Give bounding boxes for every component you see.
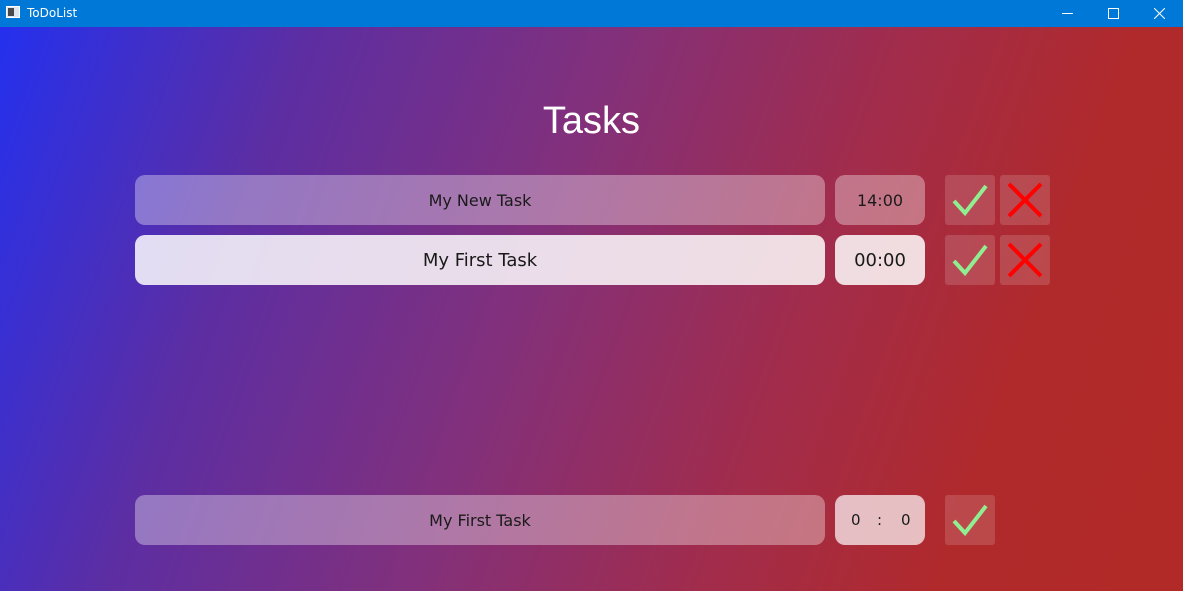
new-task-name-input[interactable]: My First Task	[135, 495, 825, 545]
close-icon	[1154, 8, 1165, 19]
task-time-field[interactable]: 14:00	[835, 175, 925, 225]
check-icon	[952, 504, 988, 537]
app-icon	[6, 6, 20, 18]
task-time-field[interactable]: 00:00	[835, 235, 925, 285]
delete-task-button[interactable]	[1000, 175, 1050, 225]
minute-field[interactable]: 0	[901, 511, 911, 529]
page-title: Tasks	[542, 100, 641, 142]
time-separator: :	[877, 511, 883, 529]
task-name-field[interactable]: My New Task	[135, 175, 825, 225]
title-bar[interactable]: ToDoList	[0, 0, 1183, 27]
task-name-field[interactable]: My First Task	[135, 235, 825, 285]
cross-icon	[1007, 242, 1043, 278]
new-task-time-input[interactable]: 0 : 0	[835, 495, 925, 545]
complete-task-button[interactable]	[945, 175, 995, 225]
delete-task-button[interactable]	[1000, 235, 1050, 285]
window-title: ToDoList	[27, 6, 78, 20]
hour-field[interactable]: 0	[851, 511, 861, 529]
complete-task-button[interactable]	[945, 235, 995, 285]
add-task-button[interactable]	[945, 495, 995, 545]
maximize-icon	[1108, 8, 1119, 19]
minimize-icon	[1062, 13, 1073, 14]
minimize-button[interactable]	[1045, 0, 1091, 27]
check-icon	[952, 184, 988, 217]
cross-icon	[1007, 182, 1043, 218]
app-window: ToDoList Tasks My New Task 14:00 My Firs…	[0, 0, 1183, 591]
check-icon	[952, 244, 988, 277]
maximize-button[interactable]	[1091, 0, 1137, 27]
close-button[interactable]	[1137, 0, 1183, 27]
main-content: Tasks My New Task 14:00 My First Task 00…	[0, 27, 1183, 591]
